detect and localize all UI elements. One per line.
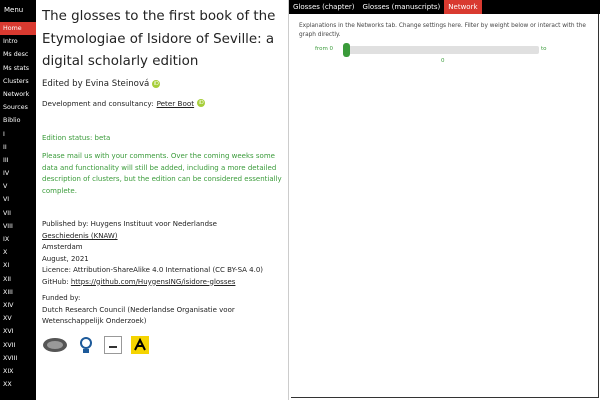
publication-info: Published by: Huygens Instituut voor Ned… — [42, 219, 282, 288]
nav-item[interactable]: I — [0, 128, 36, 141]
knaw-logo-icon[interactable] — [42, 336, 68, 354]
tab-network[interactable]: Network — [444, 0, 482, 14]
orcid-icon[interactable]: iD — [197, 99, 206, 107]
nav-item[interactable]: IX — [0, 233, 36, 246]
dev-line: Development and consultancy: Peter Boot … — [42, 99, 282, 108]
sidebar-nav: Menu Home Intro Ms desc Ms stats Clusters Net… — [0, 0, 36, 400]
nav-item[interactable]: XVI — [0, 325, 36, 338]
network-frame[interactable]: Explanations in the Networks tab. Change… — [291, 14, 599, 398]
nav-item[interactable]: XIX — [0, 365, 36, 378]
nav-item[interactable]: Ms desc — [0, 48, 36, 61]
tab-bar: Glosses (chapter) Glosses (manuscripts) … — [289, 0, 600, 14]
dev-link[interactable]: Peter Boot — [157, 99, 195, 108]
place: Amsterdam — [42, 243, 83, 251]
nav-item[interactable]: XVII — [0, 339, 36, 352]
slider-from-label: from 0 — [315, 46, 334, 52]
nav-item[interactable]: III — [0, 154, 36, 167]
weight-slider-handle[interactable] — [343, 43, 350, 57]
tab-glosses-manuscripts[interactable]: Glosses (manuscripts) — [359, 0, 445, 14]
edition-status: Edition status: beta — [42, 133, 111, 142]
nav-item[interactable]: VIII — [0, 220, 36, 233]
di-logo-icon[interactable] — [104, 335, 122, 354]
logo-row — [42, 335, 282, 354]
slider-value: 0 — [441, 58, 445, 64]
nav-list: Home Intro Ms desc Ms stats Clusters Network S… — [0, 22, 36, 391]
nav-item[interactable]: VI — [0, 193, 36, 206]
nav-item[interactable]: XV — [0, 312, 36, 325]
graph-panel: Glosses (chapter) Glosses (manuscripts) … — [288, 0, 600, 400]
nav-item[interactable]: XI — [0, 259, 36, 272]
licence: Licence: Attribution-ShareAlike 4.0 Inte… — [42, 266, 264, 274]
date: August, 2021 — [42, 254, 89, 263]
publisher-link[interactable]: Geschiedenis (KNAW) — [42, 232, 118, 240]
dev-prefix: Development and consultancy: — [42, 98, 154, 108]
funded-line2: Wetenschappelijk Onderzoek) — [42, 317, 147, 325]
nav-item[interactable]: XVIII — [0, 352, 36, 365]
nav-item[interactable]: Sources — [0, 101, 36, 114]
nav-item[interactable]: II — [0, 141, 36, 154]
nwo-logo-icon[interactable] — [131, 335, 149, 354]
nav-item[interactable]: Home — [0, 22, 36, 36]
nav-item[interactable]: V — [0, 180, 36, 193]
orcid-icon[interactable]: iD — [152, 79, 161, 88]
intro-panel: The glosses to the first book of the Ety… — [36, 0, 288, 400]
nav-item[interactable]: Network — [0, 88, 36, 101]
github-link[interactable]: https://github.com/HuygensING/isidore-gl… — [71, 278, 236, 286]
comments-note: Please mail us with your comments. Over … — [42, 152, 282, 195]
editor-text: Edited by Evina Steinová — [42, 78, 150, 89]
page-title: The glosses to the first book of the Ety… — [42, 9, 276, 69]
tab-glosses-chapter[interactable]: Glosses (chapter) — [289, 0, 359, 14]
nav-item[interactable]: XX — [0, 378, 36, 391]
funding-info: Funded by: Dutch Research Council (Neder… — [42, 293, 282, 328]
github-prefix: GitHub: — [42, 277, 69, 286]
nav-item[interactable]: XIV — [0, 299, 36, 312]
nav-item[interactable]: VII — [0, 207, 36, 220]
nav-item[interactable]: Intro — [0, 35, 36, 48]
network-help: Explanations in the Networks tab. Change… — [299, 23, 586, 38]
funded-label: Funded by: — [42, 294, 81, 302]
nav-item[interactable]: Clusters — [0, 75, 36, 88]
slider-to-label: to — [541, 46, 547, 52]
huygens-logo-icon[interactable] — [77, 336, 95, 354]
menu-label[interactable]: Menu — [0, 0, 36, 22]
funded-line1: Dutch Research Council (Nederlandse Orga… — [42, 305, 235, 314]
nav-item[interactable]: IV — [0, 167, 36, 180]
nav-item[interactable]: XII — [0, 273, 36, 286]
nav-item[interactable]: XIII — [0, 286, 36, 299]
weight-slider-track[interactable] — [343, 46, 539, 54]
publisher-line: Published by: Huygens Instituut voor Ned… — [42, 220, 217, 228]
nav-item[interactable]: Biblio — [0, 114, 36, 127]
nav-item[interactable]: Ms stats — [0, 62, 36, 75]
editor-line: Edited by Evina Steinová iD — [42, 79, 282, 89]
weight-filter: from 0 to 0 — [291, 42, 598, 66]
nav-item[interactable]: X — [0, 246, 36, 259]
